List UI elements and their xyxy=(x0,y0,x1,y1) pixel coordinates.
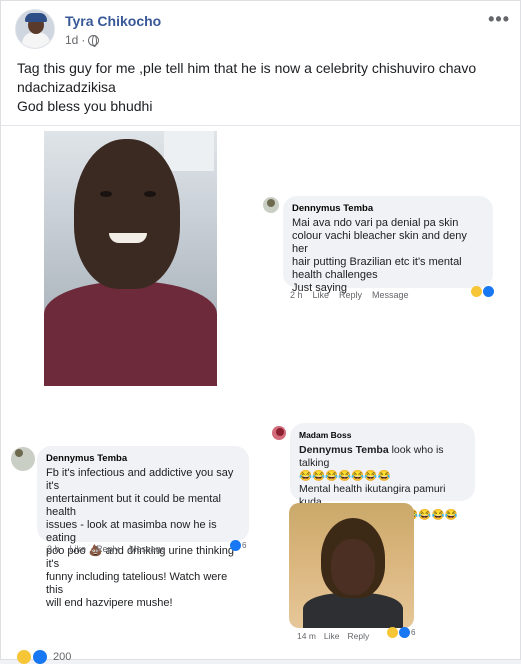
emoji-row: 😂😂😂😂😂😂😂 xyxy=(299,470,391,482)
reply-button[interactable]: Reply xyxy=(96,544,119,554)
post-text-line: God bless you bhudhi xyxy=(17,98,153,114)
post-time[interactable]: 1d xyxy=(65,33,78,47)
comment-bubble: Dennymus Temba Mai ava ndo vari pa denia… xyxy=(283,196,493,294)
haha-icon xyxy=(17,650,31,664)
like-button[interactable]: Like xyxy=(324,631,340,641)
mention-link[interactable]: Dennymus Temba xyxy=(299,444,389,456)
like-icon xyxy=(399,627,410,638)
like-button[interactable]: Like xyxy=(70,544,87,554)
commenter-avatar[interactable] xyxy=(11,447,35,471)
comment-text: Dennymus Temba look who is talking xyxy=(299,444,466,470)
comment-author[interactable]: Dennymus Temba xyxy=(46,452,240,465)
comment-text: issues - look at masimba now he is eatin… xyxy=(46,519,217,544)
haha-icon xyxy=(387,627,398,638)
like-icon xyxy=(483,286,494,297)
comment-text: hair putting Brazilian etc it's mental xyxy=(292,256,462,268)
comment-author[interactable]: Madam Boss xyxy=(299,429,466,442)
author-name[interactable]: Tyra Chikocho xyxy=(65,13,161,29)
reaction-count: 6 xyxy=(242,541,247,550)
like-icon xyxy=(230,540,241,551)
like-button[interactable]: Like xyxy=(313,290,330,300)
comment-text: will end hazvipere mushe! xyxy=(46,597,173,609)
man-selfie-photo xyxy=(44,131,217,386)
message-button[interactable]: Message xyxy=(129,544,166,554)
comment-text: funny including tatelious! Watch were th… xyxy=(46,571,228,596)
woman-photo[interactable] xyxy=(289,503,414,628)
post-text: Tag this guy for me ,ple tell him that h… xyxy=(17,59,507,116)
comment-text: Fb it's infectious and addictive you say… xyxy=(46,467,234,492)
commenter-avatar[interactable] xyxy=(263,197,279,213)
comment-author[interactable]: Dennymus Temba xyxy=(292,202,484,215)
comment-actions: 2 h Like Reply Message xyxy=(290,290,409,300)
post-image[interactable]: Dennymus Temba Mai ava ndo vari pa denia… xyxy=(1,126,520,646)
comment-actions: 2 h Like Reply Message xyxy=(47,544,166,554)
post-text-line: Tag this guy for me ,ple tell him that h… xyxy=(17,60,477,76)
like-icon xyxy=(33,650,47,664)
comment-reactions[interactable]: 6 xyxy=(387,627,415,638)
haha-icon xyxy=(471,286,482,297)
post-header: Tyra Chikocho 1d · ••• xyxy=(15,9,510,55)
reply-button[interactable]: Reply xyxy=(348,631,370,641)
comment-actions: 14 m Like Reply xyxy=(297,631,369,641)
facebook-post: Tyra Chikocho 1d · ••• Tag this guy for … xyxy=(0,0,521,664)
comment-text: entertainment but it could be mental hea… xyxy=(46,493,221,518)
comment-reactions[interactable] xyxy=(471,286,494,297)
reply-button[interactable]: Reply xyxy=(339,290,362,300)
message-button[interactable]: Message xyxy=(372,290,409,300)
comment-text: colour vachi bleacher skin and deny her xyxy=(292,230,467,255)
post-footer: 200 xyxy=(1,646,520,664)
author-avatar[interactable] xyxy=(15,9,55,49)
comment-time[interactable]: 2 h xyxy=(290,290,303,300)
comment-bubble: Dennymus Temba Fb it's infectious and ad… xyxy=(37,446,249,609)
reaction-count[interactable]: 200 xyxy=(53,651,71,663)
comment-time[interactable]: 2 h xyxy=(47,544,60,554)
post-text-line: ndachizadzikisa xyxy=(17,79,116,95)
comment-time[interactable]: 14 m xyxy=(297,631,316,641)
comment-text: Mai ava ndo vari pa denial pa skin xyxy=(292,217,459,229)
more-options-icon[interactable]: ••• xyxy=(488,9,510,30)
reaction-count: 6 xyxy=(411,628,416,637)
comment-text: health challenges xyxy=(292,269,378,281)
globe-icon xyxy=(88,34,100,47)
post-meta: 1d · xyxy=(65,33,100,47)
comment-bubble: Madam Boss Dennymus Temba look who is ta… xyxy=(290,423,475,521)
commenter-avatar[interactable] xyxy=(272,426,286,440)
comment-reactions[interactable]: 6 xyxy=(230,540,246,551)
